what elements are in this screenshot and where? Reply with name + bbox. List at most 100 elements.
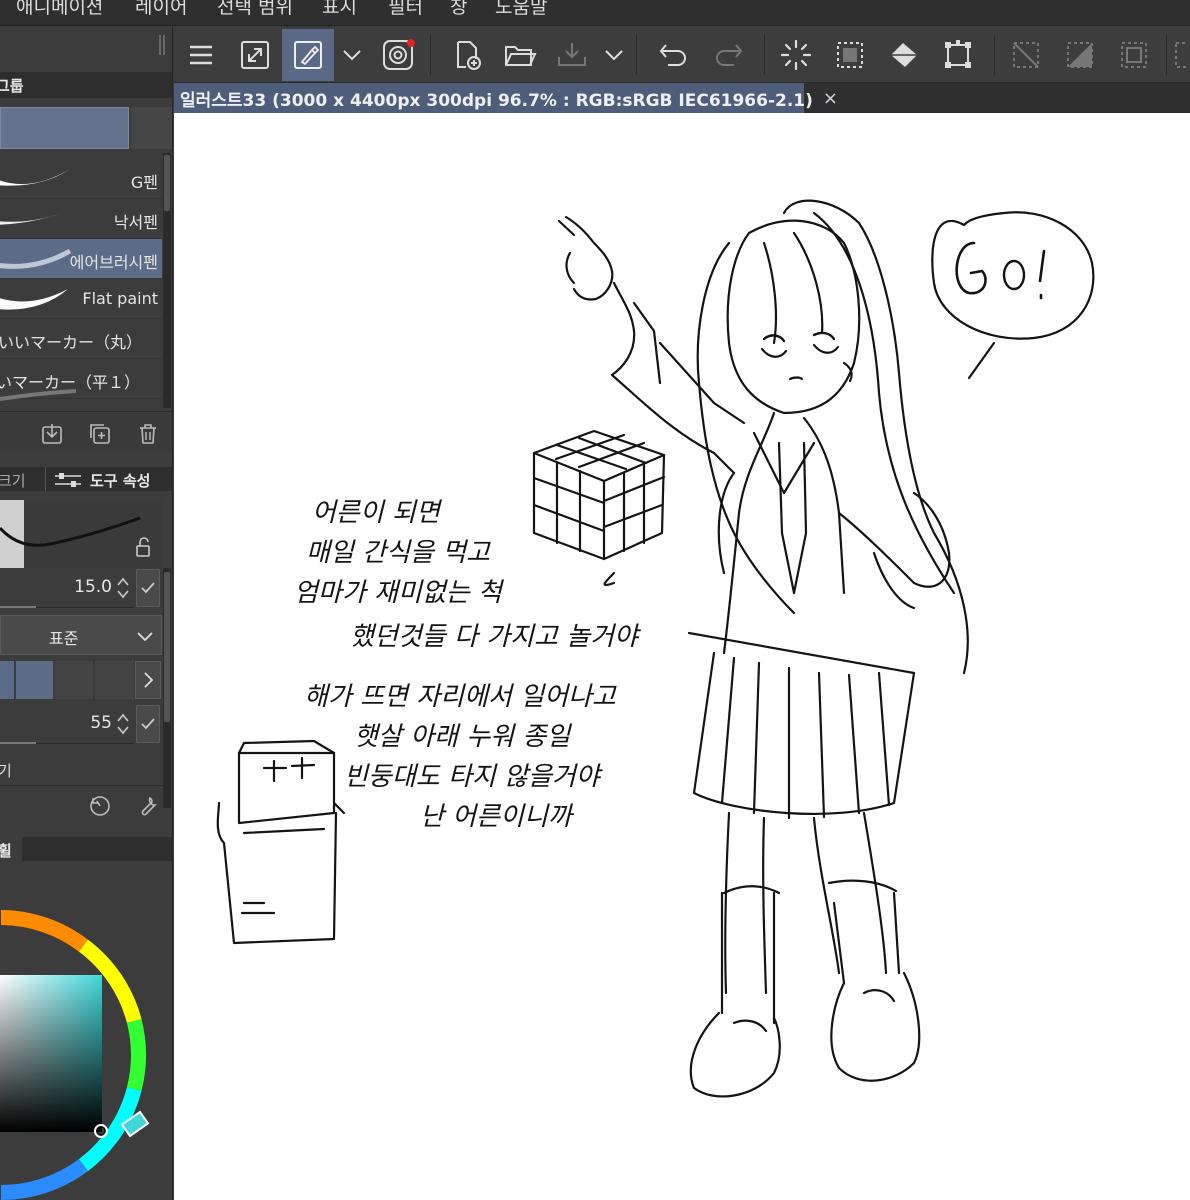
size-pressure-toggle[interactable] [136,569,160,607]
chevron-right-icon [144,672,154,688]
handwritten-line: 엄마가 재미없는 척 [294,578,505,608]
check-icon [141,582,155,594]
property-scrollbar[interactable] [163,568,171,808]
blend-mode-select[interactable]: 표준 [0,615,162,655]
deselect-icon[interactable] [1000,29,1052,81]
property-actions [0,785,172,825]
swatch[interactable] [0,661,14,699]
panel-grip-icon[interactable] [156,33,168,57]
swatch-next-button[interactable] [135,661,161,699]
tool-property-header: 크기 도구 속성 [0,467,172,491]
transform-icon[interactable] [932,29,984,81]
brush-stroke-preview-icon [0,169,70,186]
handwritten-line: 해가 뜨면 자리에서 일어나고 [304,682,617,712]
menu-view[interactable]: 표시 [322,0,357,19]
brush-item[interactable]: いいマーカー（丸） [0,319,162,359]
brush-name: 낙서펜 [113,213,158,232]
fit-screen-icon[interactable] [229,29,281,81]
menu-layer[interactable]: 레이어 [135,0,187,19]
select-all-icon[interactable] [824,29,876,81]
tab-brush-size[interactable]: 크기 [0,470,26,491]
clip-studio-icon[interactable] [372,29,424,81]
left-panel: 그룹 G펜 낙서펜 에어브러시펜 Flat paint いいマーカー（丸） いマ… [0,27,173,1200]
handwritten-line: 햇살 아래 누워 종일 [354,722,572,752]
brush-name: G펜 [130,173,158,192]
loading-icon[interactable] [770,29,822,81]
handwritten-line: 어른이 되면 [312,498,443,528]
brush-list-scrollbar[interactable] [163,153,171,408]
menu-animation[interactable]: 애니메이션 [16,0,103,19]
chevron-down-icon [137,632,153,642]
menu-window[interactable]: 창 [450,0,467,19]
tab-color-wheel[interactable]: 휠 [0,840,12,861]
save-icon[interactable] [546,29,598,81]
more-tools-icon[interactable] [1172,29,1190,81]
drawing-canvas[interactable]: 어른이 되면 매일 간식을 먹고 엄마가 재미없는 척 했던것들 다 가지고 놀… [174,113,1190,1200]
close-tab-icon[interactable]: × [823,88,838,109]
opacity-pressure-toggle[interactable] [136,705,160,743]
handwritten-line: 빈둥대도 타지 않을거야 [344,762,604,792]
open-folder-icon[interactable] [494,29,546,81]
swatch[interactable] [16,661,53,699]
swatch[interactable] [95,661,133,699]
menu-filter[interactable]: 필터 [388,0,423,19]
handwritten-line: 난 어른이니까 [420,802,575,832]
menu-icon[interactable] [175,29,227,81]
handwritten-line: 매일 간식을 먹고 [306,538,491,568]
brush-item[interactable]: Flat paint [0,279,162,319]
redo-icon[interactable] [702,29,754,81]
undo-icon[interactable] [648,29,700,81]
fill-bucket-icon[interactable] [878,29,930,81]
brush-size-field[interactable]: 15.0 [0,568,134,608]
scrollbar-thumb[interactable] [164,155,170,211]
property-label: 기 [0,760,12,781]
selection-border-icon[interactable] [1108,29,1160,81]
brush-stroke-preview-icon [0,209,72,225]
menu-selection[interactable]: 선택 범위 [217,0,293,19]
delete-brush-icon[interactable] [134,420,162,448]
color-wheel[interactable] [0,861,173,1200]
brush-stroke-preview-icon [0,289,68,310]
brush-item[interactable]: G펜 [0,159,162,199]
app-window: 애니메이션 레이어 선택 범위 표시 필터 창 도움말 그룹 G펜 낙서펜 [0,0,1190,1200]
document-tab-bar: 일러스트33 (3000 x 4400px 300dpi 96.7% : RGB… [174,83,1190,113]
check-icon [141,718,155,730]
swatch-row [0,661,162,701]
opacity-field[interactable]: 55 [0,704,134,744]
wrench-icon[interactable] [134,792,162,820]
brush-stroke-preview-icon [0,389,77,401]
menu-help[interactable]: 도움말 [495,0,547,19]
menu-bar: 애니메이션 레이어 선택 범위 표시 필터 창 도움말 [0,0,1190,26]
command-bar [174,27,1190,83]
blend-mode-value: 표준 [49,629,79,648]
brush-item-selected[interactable]: 에어브러시펜 [0,239,162,279]
stroke-preview [0,500,162,568]
tab-brush-group[interactable]: 그룹 [0,75,24,96]
brush-size-value: 15.0 [74,577,112,597]
spin-arrows-icon[interactable] [116,574,130,602]
sketch-artwork: 어른이 되면 매일 간식을 먹고 엄마가 재미없는 척 했던것들 다 가지고 놀… [216,199,1095,1098]
chevron-down-icon[interactable] [336,29,368,81]
chevron-down-icon[interactable] [598,29,630,81]
brush-item[interactable]: いマーカー（平１） [0,359,162,401]
document-tab[interactable]: 일러스트33 (3000 x 4400px 300dpi 96.7% : RGB… [174,83,838,113]
duplicate-brush-icon[interactable] [86,420,114,448]
spin-arrows-icon[interactable] [116,710,130,738]
handwritten-line: 했던것들 다 가지고 놀거야 [350,622,642,652]
reset-icon[interactable] [86,792,114,820]
brush-group-empty[interactable] [131,107,172,149]
swatch[interactable] [55,661,93,699]
new-file-icon[interactable] [442,29,494,81]
brush-stroke-preview-icon [0,248,72,269]
brush-group-selected[interactable] [0,107,129,149]
brush-item[interactable]: 낙서펜 [0,199,162,239]
brush-tool-icon[interactable] [282,29,334,81]
import-brush-icon[interactable] [38,420,66,448]
scrollbar-thumb[interactable] [164,572,170,722]
brush-name: いいマーカー（丸） [0,333,143,352]
lock-icon[interactable] [132,536,154,558]
brush-name: 에어브러시펜 [69,253,158,272]
brush-group-header: 그룹 [0,72,172,98]
invert-selection-icon[interactable] [1054,29,1106,81]
tab-tool-property[interactable]: 도구 속성 [90,470,150,491]
